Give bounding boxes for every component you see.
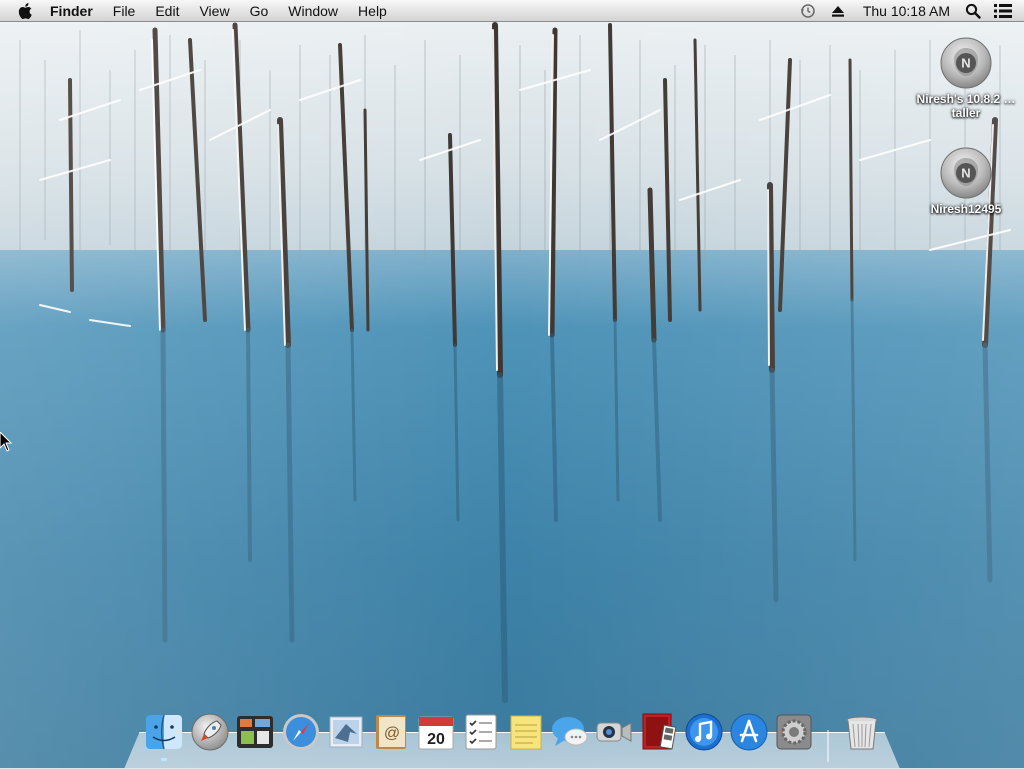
trash-icon[interactable] — [842, 712, 882, 752]
spotlight-icon[interactable] — [964, 2, 982, 20]
mail-icon[interactable] — [326, 712, 366, 752]
desktop-icon-installer[interactable]: N Niresh's 10.8.2 …taller — [916, 36, 1016, 120]
app-store-icon[interactable] — [729, 712, 769, 752]
hard-drive-disc-icon: N — [939, 146, 993, 200]
desktop-wallpaper — [0, 0, 1024, 768]
notes-icon[interactable] — [506, 712, 546, 752]
menu-go[interactable]: Go — [240, 0, 279, 22]
finder-icon[interactable] — [144, 712, 184, 752]
svg-text:N: N — [961, 166, 970, 181]
menu-view[interactable]: View — [189, 0, 239, 22]
menu-clock[interactable]: Thu 10:18 AM — [863, 3, 950, 19]
menu-help[interactable]: Help — [348, 0, 397, 22]
svg-text:@: @ — [384, 725, 400, 742]
menu-app-name[interactable]: Finder — [50, 0, 103, 22]
itunes-icon[interactable] — [684, 712, 724, 752]
calendar-day-text: 20 — [427, 731, 445, 748]
launchpad-icon[interactable] — [190, 712, 230, 752]
menu-extras: Thu 10:18 AM — [793, 0, 1024, 22]
apple-logo-icon[interactable] — [18, 2, 36, 20]
calendar-icon[interactable]: 20 — [416, 712, 456, 752]
menu-edit[interactable]: Edit — [145, 0, 189, 22]
time-machine-icon[interactable] — [799, 2, 817, 20]
desktop-icon-label: Niresh's 10.8.2 …taller — [916, 92, 1016, 120]
contacts-icon[interactable]: @ — [371, 712, 411, 752]
installer-disc-icon: N — [939, 36, 993, 90]
safari-icon[interactable] — [281, 712, 321, 752]
system-preferences-icon[interactable] — [774, 712, 814, 752]
desktop-icon-label: Niresh12495 — [930, 202, 1002, 216]
eject-icon[interactable] — [829, 2, 847, 20]
menu-bar: Finder File Edit View Go Window Help Thu… — [0, 0, 1024, 22]
svg-text:N: N — [961, 56, 970, 71]
desktop-icon-drive[interactable]: N Niresh12495 — [916, 146, 1016, 216]
reminders-icon[interactable] — [461, 712, 501, 752]
mouse-cursor-icon — [0, 432, 12, 452]
finder-running-indicator — [161, 758, 167, 761]
photo-booth-icon[interactable] — [639, 712, 679, 752]
menu-file[interactable]: File — [103, 0, 146, 22]
notification-center-icon[interactable] — [994, 2, 1012, 20]
menu-window[interactable]: Window — [278, 0, 348, 22]
mission-control-icon[interactable] — [235, 712, 275, 752]
facetime-icon[interactable] — [594, 712, 634, 752]
dock-separator — [827, 730, 829, 762]
messages-icon[interactable] — [550, 712, 590, 752]
